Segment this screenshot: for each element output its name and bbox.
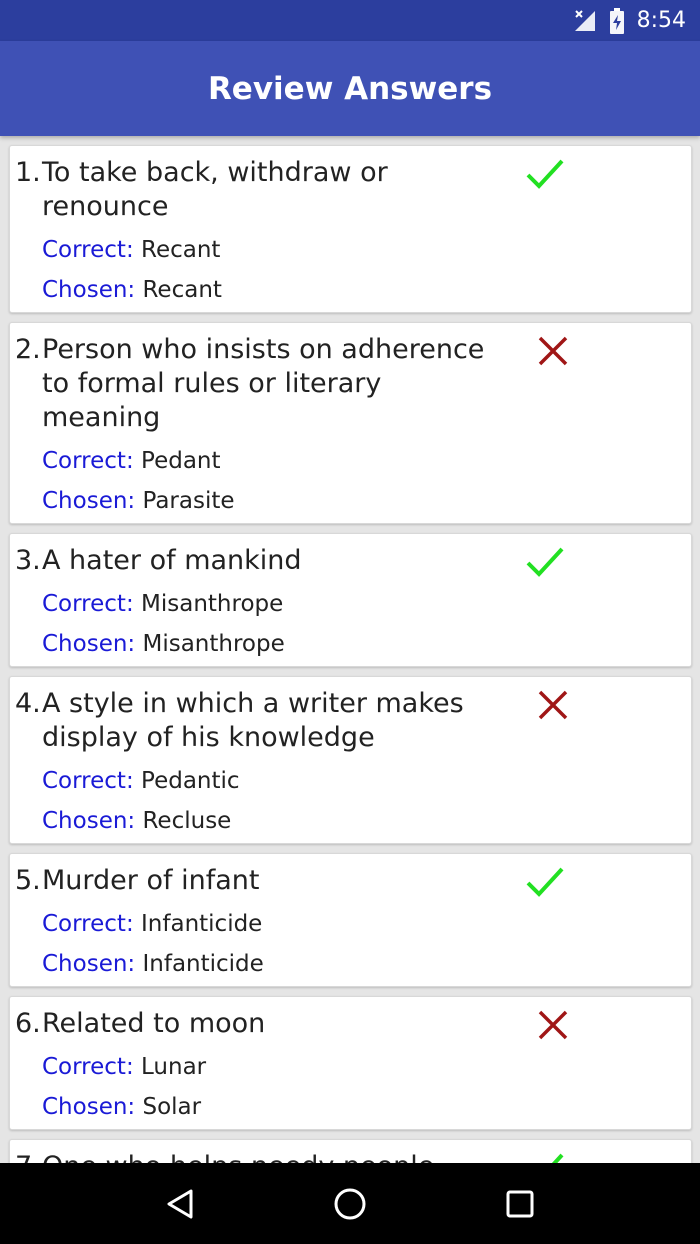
correct-label: Correct: — [42, 591, 134, 617]
correct-answer-line: Correct: Misanthrope — [10, 590, 691, 618]
chosen-value: Solar — [135, 1094, 202, 1120]
correct-value: Recant — [133, 237, 221, 263]
cross-icon — [537, 689, 577, 725]
answer-card: 6. Related to moon Correct: Lunar Chosen… — [9, 996, 692, 1130]
question-number: 5. — [15, 865, 41, 896]
app-bar: Review Answers — [0, 41, 700, 136]
question-text: Related to moon — [42, 1008, 266, 1039]
status-bar: 8:54 — [0, 0, 700, 41]
correct-value: Lunar — [133, 1054, 207, 1080]
chosen-answer-line: Chosen: Parasite — [10, 487, 691, 515]
cross-icon — [537, 1009, 577, 1045]
signal-off-icon — [573, 9, 597, 33]
check-icon — [525, 156, 565, 192]
correct-label: Correct: — [42, 448, 134, 474]
correct-answer-line: Correct: Pedant — [10, 447, 691, 475]
chosen-label: Chosen: — [42, 951, 136, 977]
home-icon[interactable] — [320, 1174, 380, 1234]
question-row: 3. A hater of mankind — [10, 544, 691, 578]
correct-label: Correct: — [42, 237, 134, 263]
answer-card: 7. One who helps needy people Correct: S… — [9, 1139, 692, 1163]
question-text: A style in which a writer makes display … — [42, 688, 464, 753]
question-row: 6. Related to moon — [10, 1007, 691, 1041]
chosen-label: Chosen: — [42, 277, 136, 303]
correct-value: Infanticide — [133, 911, 263, 937]
chosen-value: Parasite — [135, 488, 235, 514]
chosen-value: Infanticide — [135, 951, 264, 977]
question-number: 7. — [10, 1150, 42, 1163]
check-icon — [525, 1150, 565, 1163]
question-number: 1. — [15, 157, 41, 188]
answer-card: 1. To take back, withdraw or renounce Co… — [9, 145, 692, 313]
chosen-answer-line: Chosen: Misanthrope — [10, 630, 691, 658]
answer-list[interactable]: 1. To take back, withdraw or renounce Co… — [0, 136, 700, 1163]
question-text: One who helps needy people — [42, 1150, 501, 1163]
question-number: 6. — [15, 1008, 41, 1039]
cross-icon — [537, 335, 577, 371]
chosen-label: Chosen: — [42, 488, 136, 514]
chosen-value: Recluse — [135, 808, 232, 834]
question-text: A hater of mankind — [42, 545, 302, 576]
question-number: 2. — [15, 334, 41, 365]
correct-label: Correct: — [42, 1054, 134, 1080]
check-icon — [525, 864, 565, 900]
clock: 8:54 — [636, 8, 686, 33]
chosen-value: Misanthrope — [135, 631, 285, 657]
chosen-answer-line: Chosen: Infanticide — [10, 950, 691, 978]
answer-card: 3. A hater of mankind Correct: Misanthro… — [9, 533, 692, 667]
chosen-answer-line: Chosen: Recluse — [10, 807, 691, 835]
check-icon — [525, 544, 565, 580]
chosen-label: Chosen: — [42, 1094, 136, 1120]
question-row: 5. Murder of infant — [10, 864, 691, 898]
question-text: Murder of infant — [42, 865, 260, 896]
back-icon[interactable] — [150, 1174, 210, 1234]
correct-label: Correct: — [42, 911, 134, 937]
answer-card: 5. Murder of infant Correct: Infanticide… — [9, 853, 692, 987]
correct-value: Misanthrope — [133, 591, 284, 617]
question-number: 3. — [15, 545, 41, 576]
chosen-answer-line: Chosen: Recant — [10, 276, 691, 304]
answer-card: 4. A style in which a writer makes displ… — [9, 676, 692, 844]
question-row: 2. Person who insists on adherence to fo… — [10, 333, 691, 435]
battery-charging-icon — [609, 7, 625, 34]
correct-value: Pedant — [133, 448, 221, 474]
navigation-bar — [0, 1163, 700, 1244]
chosen-label: Chosen: — [42, 631, 136, 657]
question-number: 4. — [15, 688, 41, 719]
correct-answer-line: Correct: Recant — [10, 236, 691, 264]
correct-answer-line: Correct: Infanticide — [10, 910, 691, 938]
page-title: Review Answers — [207, 70, 493, 107]
correct-answer-line: Correct: Pedantic — [10, 767, 691, 795]
question-row: 7. One who helps needy people — [10, 1150, 691, 1163]
recents-icon[interactable] — [490, 1174, 550, 1234]
question-text: To take back, withdraw or renounce — [42, 157, 388, 222]
question-text: Person who insists on adherence to forma… — [42, 334, 485, 433]
question-row: 4. A style in which a writer makes displ… — [10, 687, 691, 755]
chosen-answer-line: Chosen: Solar — [10, 1093, 691, 1121]
answer-card: 2. Person who insists on adherence to fo… — [9, 322, 692, 524]
correct-value: Pedantic — [133, 768, 240, 794]
correct-label: Correct: — [42, 768, 134, 794]
question-row: 1. To take back, withdraw or renounce — [10, 156, 691, 224]
chosen-value: Recant — [135, 277, 222, 303]
correct-answer-line: Correct: Lunar — [10, 1053, 691, 1081]
chosen-label: Chosen: — [42, 808, 136, 834]
